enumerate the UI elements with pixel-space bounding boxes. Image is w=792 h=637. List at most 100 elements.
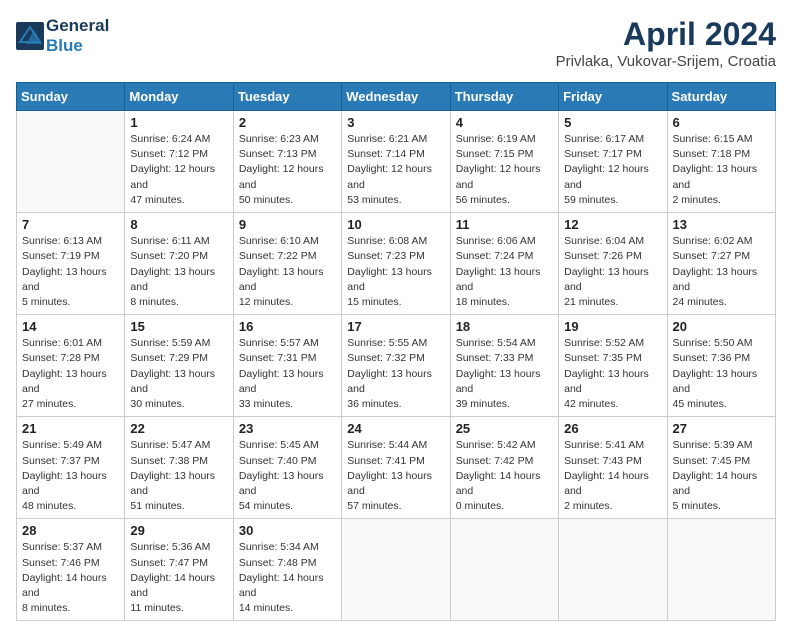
day-detail: Sunrise: 5:41 AMSunset: 7:43 PMDaylight:… — [564, 438, 661, 514]
day-detail: Sunrise: 5:34 AMSunset: 7:48 PMDaylight:… — [239, 540, 336, 616]
day-number: 6 — [673, 115, 770, 130]
day-detail: Sunrise: 5:54 AMSunset: 7:33 PMDaylight:… — [456, 336, 553, 412]
logo-text: General Blue — [46, 16, 109, 55]
page-header: General Blue April 2024 Privlaka, Vukova… — [16, 16, 776, 70]
title-section: April 2024 Privlaka, Vukovar-Srijem, Cro… — [556, 16, 776, 70]
calendar-week-row: 21Sunrise: 5:49 AMSunset: 7:37 PMDayligh… — [17, 417, 776, 519]
day-number: 2 — [239, 115, 336, 130]
calendar-cell: 22Sunrise: 5:47 AMSunset: 7:38 PMDayligh… — [125, 417, 233, 519]
day-detail: Sunrise: 6:13 AMSunset: 7:19 PMDaylight:… — [22, 234, 119, 310]
calendar-cell: 28Sunrise: 5:37 AMSunset: 7:46 PMDayligh… — [17, 519, 125, 621]
day-detail: Sunrise: 5:52 AMSunset: 7:35 PMDaylight:… — [564, 336, 661, 412]
day-number: 18 — [456, 319, 553, 334]
calendar-cell: 7 Sunrise: 6:13 AMSunset: 7:19 PMDaylight… — [17, 213, 125, 315]
day-detail: Sunrise: 6:01 AMSunset: 7:28 PMDaylight:… — [22, 336, 119, 412]
month-title: April 2024 — [556, 16, 776, 53]
calendar-cell: 8 Sunrise: 6:11 AMSunset: 7:20 PMDaylight… — [125, 213, 233, 315]
day-number: 12 — [564, 217, 661, 232]
day-number: 22 — [130, 421, 227, 436]
calendar-cell: 29 Sunrise: 5:36 AMSunset: 7:47 PMDayligh… — [125, 519, 233, 621]
logo-general: General — [46, 16, 109, 35]
day-detail: Sunrise: 6:24 AMSunset: 7:12 PMDaylight:… — [130, 132, 227, 208]
calendar-cell: 4 Sunrise: 6:19 AMSunset: 7:15 PMDaylight… — [450, 111, 558, 213]
weekday-header-friday: Friday — [559, 83, 667, 111]
calendar-cell: 1 Sunrise: 6:24 AMSunset: 7:12 PMDaylight… — [125, 111, 233, 213]
calendar-cell: 15 Sunrise: 5:59 AMSunset: 7:29 PMDayligh… — [125, 315, 233, 417]
day-number: 15 — [130, 319, 227, 334]
calendar-week-row: 28Sunrise: 5:37 AMSunset: 7:46 PMDayligh… — [17, 519, 776, 621]
calendar-cell — [667, 519, 775, 621]
calendar-cell — [17, 111, 125, 213]
calendar-cell: 17 Sunrise: 5:55 AMSunset: 7:32 PMDayligh… — [342, 315, 450, 417]
day-detail: Sunrise: 5:59 AMSunset: 7:29 PMDaylight:… — [130, 336, 227, 412]
calendar-cell: 24 Sunrise: 5:44 AMSunset: 7:41 PMDayligh… — [342, 417, 450, 519]
day-detail: Sunrise: 5:39 AMSunset: 7:45 PMDaylight:… — [673, 438, 770, 514]
day-detail: Sunrise: 6:21 AMSunset: 7:14 PMDaylight:… — [347, 132, 444, 208]
calendar-cell: 5Sunrise: 6:17 AMSunset: 7:17 PMDaylight… — [559, 111, 667, 213]
calendar-cell: 11Sunrise: 6:06 AMSunset: 7:24 PMDayligh… — [450, 213, 558, 315]
weekday-header-thursday: Thursday — [450, 83, 558, 111]
day-number: 26 — [564, 421, 661, 436]
day-number: 21 — [22, 421, 119, 436]
day-detail: Sunrise: 5:42 AMSunset: 7:42 PMDaylight:… — [456, 438, 553, 514]
day-detail: Sunrise: 6:23 AMSunset: 7:13 PMDaylight:… — [239, 132, 336, 208]
day-number: 29 — [130, 523, 227, 538]
calendar-cell: 6 Sunrise: 6:15 AMSunset: 7:18 PMDaylight… — [667, 111, 775, 213]
calendar-table: SundayMondayTuesdayWednesdayThursdayFrid… — [16, 82, 776, 621]
calendar-cell — [342, 519, 450, 621]
day-number: 7 — [22, 217, 119, 232]
calendar-cell: 3 Sunrise: 6:21 AMSunset: 7:14 PMDaylight… — [342, 111, 450, 213]
day-number: 24 — [347, 421, 444, 436]
calendar-header-row: SundayMondayTuesdayWednesdayThursdayFrid… — [17, 83, 776, 111]
calendar-cell — [559, 519, 667, 621]
day-number: 20 — [673, 319, 770, 334]
day-detail: Sunrise: 6:17 AMSunset: 7:17 PMDaylight:… — [564, 132, 661, 208]
day-number: 25 — [456, 421, 553, 436]
calendar-cell: 25 Sunrise: 5:42 AMSunset: 7:42 PMDayligh… — [450, 417, 558, 519]
calendar-cell: 9 Sunrise: 6:10 AMSunset: 7:22 PMDaylight… — [233, 213, 341, 315]
location-subtitle: Privlaka, Vukovar-Srijem, Croatia — [556, 53, 776, 70]
day-detail: Sunrise: 6:15 AMSunset: 7:18 PMDaylight:… — [673, 132, 770, 208]
day-number: 30 — [239, 523, 336, 538]
calendar-cell — [450, 519, 558, 621]
calendar-cell: 10Sunrise: 6:08 AMSunset: 7:23 PMDayligh… — [342, 213, 450, 315]
calendar-week-row: 14 Sunrise: 6:01 AMSunset: 7:28 PMDayligh… — [17, 315, 776, 417]
day-number: 17 — [347, 319, 444, 334]
day-number: 19 — [564, 319, 661, 334]
day-detail: Sunrise: 5:50 AMSunset: 7:36 PMDaylight:… — [673, 336, 770, 412]
day-number: 10 — [347, 217, 444, 232]
calendar-cell: 12 Sunrise: 6:04 AMSunset: 7:26 PMDayligh… — [559, 213, 667, 315]
calendar-cell: 19 Sunrise: 5:52 AMSunset: 7:35 PMDayligh… — [559, 315, 667, 417]
calendar-cell: 26 Sunrise: 5:41 AMSunset: 7:43 PMDayligh… — [559, 417, 667, 519]
calendar-cell: 18 Sunrise: 5:54 AMSunset: 7:33 PMDayligh… — [450, 315, 558, 417]
calendar-cell: 20 Sunrise: 5:50 AMSunset: 7:36 PMDayligh… — [667, 315, 775, 417]
calendar-cell: 14 Sunrise: 6:01 AMSunset: 7:28 PMDayligh… — [17, 315, 125, 417]
day-detail: Sunrise: 6:06 AMSunset: 7:24 PMDaylight:… — [456, 234, 553, 310]
day-number: 23 — [239, 421, 336, 436]
calendar-cell: 13Sunrise: 6:02 AMSunset: 7:27 PMDayligh… — [667, 213, 775, 315]
weekday-header-tuesday: Tuesday — [233, 83, 341, 111]
day-detail: Sunrise: 6:04 AMSunset: 7:26 PMDaylight:… — [564, 234, 661, 310]
weekday-header-monday: Monday — [125, 83, 233, 111]
weekday-header-saturday: Saturday — [667, 83, 775, 111]
calendar-cell: 21Sunrise: 5:49 AMSunset: 7:37 PMDayligh… — [17, 417, 125, 519]
day-detail: Sunrise: 5:36 AMSunset: 7:47 PMDaylight:… — [130, 540, 227, 616]
day-number: 14 — [22, 319, 119, 334]
day-number: 4 — [456, 115, 553, 130]
day-detail: Sunrise: 5:44 AMSunset: 7:41 PMDaylight:… — [347, 438, 444, 514]
day-detail: Sunrise: 5:55 AMSunset: 7:32 PMDaylight:… — [347, 336, 444, 412]
calendar-cell: 27Sunrise: 5:39 AMSunset: 7:45 PMDayligh… — [667, 417, 775, 519]
day-number: 8 — [130, 217, 227, 232]
day-number: 1 — [130, 115, 227, 130]
day-number: 9 — [239, 217, 336, 232]
day-number: 3 — [347, 115, 444, 130]
day-detail: Sunrise: 6:11 AMSunset: 7:20 PMDaylight:… — [130, 234, 227, 310]
day-detail: Sunrise: 6:10 AMSunset: 7:22 PMDaylight:… — [239, 234, 336, 310]
day-detail: Sunrise: 6:19 AMSunset: 7:15 PMDaylight:… — [456, 132, 553, 208]
calendar-cell: 2 Sunrise: 6:23 AMSunset: 7:13 PMDaylight… — [233, 111, 341, 213]
calendar-cell: 30 Sunrise: 5:34 AMSunset: 7:48 PMDayligh… — [233, 519, 341, 621]
calendar-week-row: 7 Sunrise: 6:13 AMSunset: 7:19 PMDaylight… — [17, 213, 776, 315]
day-number: 13 — [673, 217, 770, 232]
weekday-header-wednesday: Wednesday — [342, 83, 450, 111]
day-detail: Sunrise: 5:57 AMSunset: 7:31 PMDaylight:… — [239, 336, 336, 412]
